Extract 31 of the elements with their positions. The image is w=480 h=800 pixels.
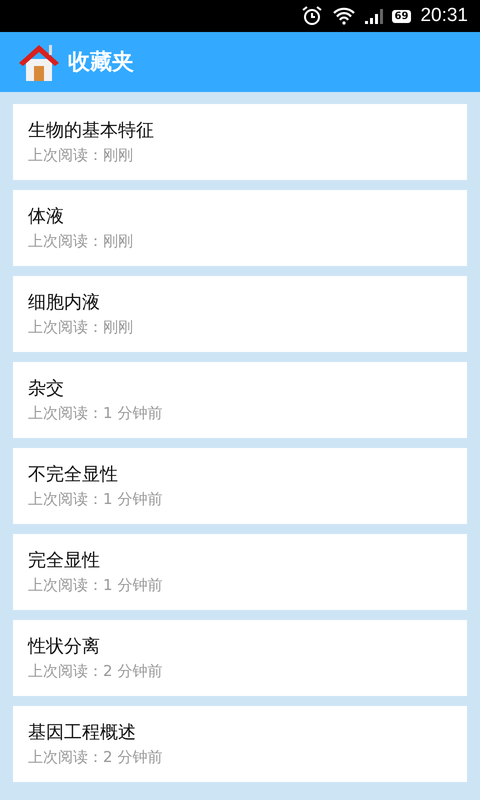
list-item[interactable]: 细胞内液 上次阅读：刚刚 bbox=[13, 276, 467, 352]
house-icon bbox=[18, 42, 60, 82]
battery-level: 69 bbox=[392, 10, 412, 22]
item-subtitle: 上次阅读：刚刚 bbox=[28, 231, 133, 252]
list-item[interactable]: 杂交 上次阅读：1 分钟前 bbox=[13, 362, 467, 438]
item-title: 不完全显性 bbox=[28, 463, 118, 487]
list-item[interactable]: 生物的基本特征 上次阅读：刚刚 bbox=[13, 104, 467, 180]
item-subtitle: 上次阅读：2 分钟前 bbox=[28, 747, 162, 768]
list-item[interactable]: 完全显性 上次阅读：1 分钟前 bbox=[13, 534, 467, 610]
item-subtitle: 上次阅读：1 分钟前 bbox=[28, 489, 162, 510]
header-title: 收藏夹 bbox=[68, 49, 134, 77]
item-subtitle: 上次阅读：1 分钟前 bbox=[28, 575, 162, 596]
list-item[interactable]: 不完全显性 上次阅读：1 分钟前 bbox=[13, 448, 467, 524]
wifi-icon bbox=[332, 7, 356, 25]
item-title: 性状分离 bbox=[28, 635, 100, 659]
item-title: 基因工程概述 bbox=[28, 721, 136, 745]
signal-icon bbox=[364, 8, 383, 24]
list-item[interactable]: 性状分离 上次阅读：2 分钟前 bbox=[13, 620, 467, 696]
item-title: 杂交 bbox=[28, 377, 64, 401]
list-item[interactable]: 基因工程概述 上次阅读：2 分钟前 bbox=[13, 706, 467, 782]
item-title: 完全显性 bbox=[28, 549, 100, 573]
item-subtitle: 上次阅读：刚刚 bbox=[28, 145, 133, 166]
item-subtitle: 上次阅读：2 分钟前 bbox=[28, 661, 162, 682]
item-title: 体液 bbox=[28, 205, 64, 229]
list-item[interactable]: 体液 上次阅读：刚刚 bbox=[13, 190, 467, 266]
item-title: 细胞内液 bbox=[28, 291, 100, 315]
alarm-clock-icon bbox=[300, 6, 323, 26]
item-title: 生物的基本特征 bbox=[28, 119, 154, 143]
item-subtitle: 上次阅读：1 分钟前 bbox=[28, 403, 162, 424]
clock-time: 20:31 bbox=[420, 5, 468, 27]
item-subtitle: 上次阅读：刚刚 bbox=[28, 317, 133, 338]
